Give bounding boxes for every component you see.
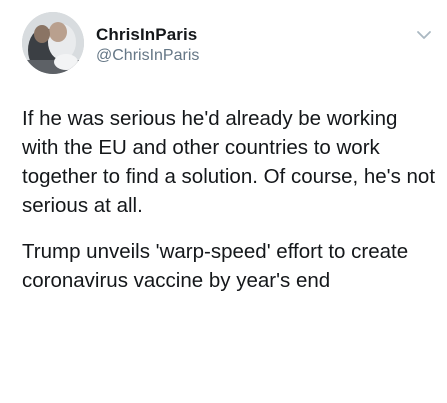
tweet-paragraph: Trump unveils 'warp-speed' effort to cre… [22,240,409,292]
tweet-header: ChrisInParis @ChrisInParis [22,12,435,76]
tweet-paragraph: If he was serious he'd already be workin… [22,107,436,217]
tweet-card: ChrisInParis @ChrisInParis If he was ser… [0,0,447,403]
chevron-down-icon[interactable] [413,24,435,46]
user-handle[interactable]: @ChrisInParis [96,46,199,66]
tweet-text: If he was serious he'd already be workin… [22,104,439,295]
author-names: ChrisInParis @ChrisInParis [96,25,199,66]
avatar-image [22,12,84,74]
avatar[interactable] [22,12,84,74]
display-name[interactable]: ChrisInParis [96,25,199,45]
